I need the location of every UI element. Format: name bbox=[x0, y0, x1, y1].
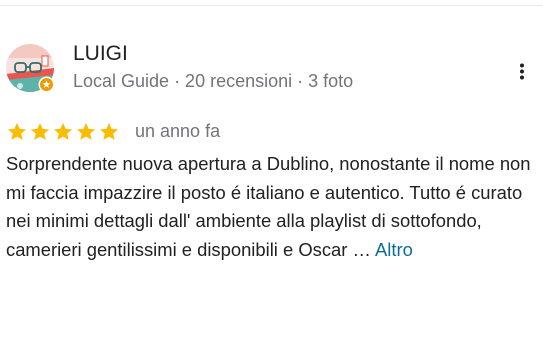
review-body: Sorprendente nuova apertura a Dublino, n… bbox=[6, 153, 531, 260]
star-rating bbox=[6, 121, 120, 141]
more-options-button[interactable] bbox=[507, 56, 537, 86]
local-guide-badge-icon bbox=[38, 76, 55, 93]
top-divider bbox=[0, 5, 543, 6]
star-icon bbox=[100, 123, 118, 140]
review-date: un anno fa bbox=[135, 121, 221, 141]
author-name[interactable]: LUIGI bbox=[73, 41, 128, 67]
read-more-link[interactable]: Altro bbox=[375, 239, 413, 260]
more-vert-icon bbox=[520, 63, 524, 80]
star-icon bbox=[8, 123, 26, 140]
author-meta: Local Guide · 20 recensioni · 3 foto bbox=[73, 71, 354, 91]
review-text: Sorprendente nuova apertura a Dublino, n… bbox=[6, 150, 538, 264]
star-icon bbox=[77, 123, 95, 140]
star-icon bbox=[54, 123, 72, 140]
star-icon bbox=[31, 123, 49, 140]
